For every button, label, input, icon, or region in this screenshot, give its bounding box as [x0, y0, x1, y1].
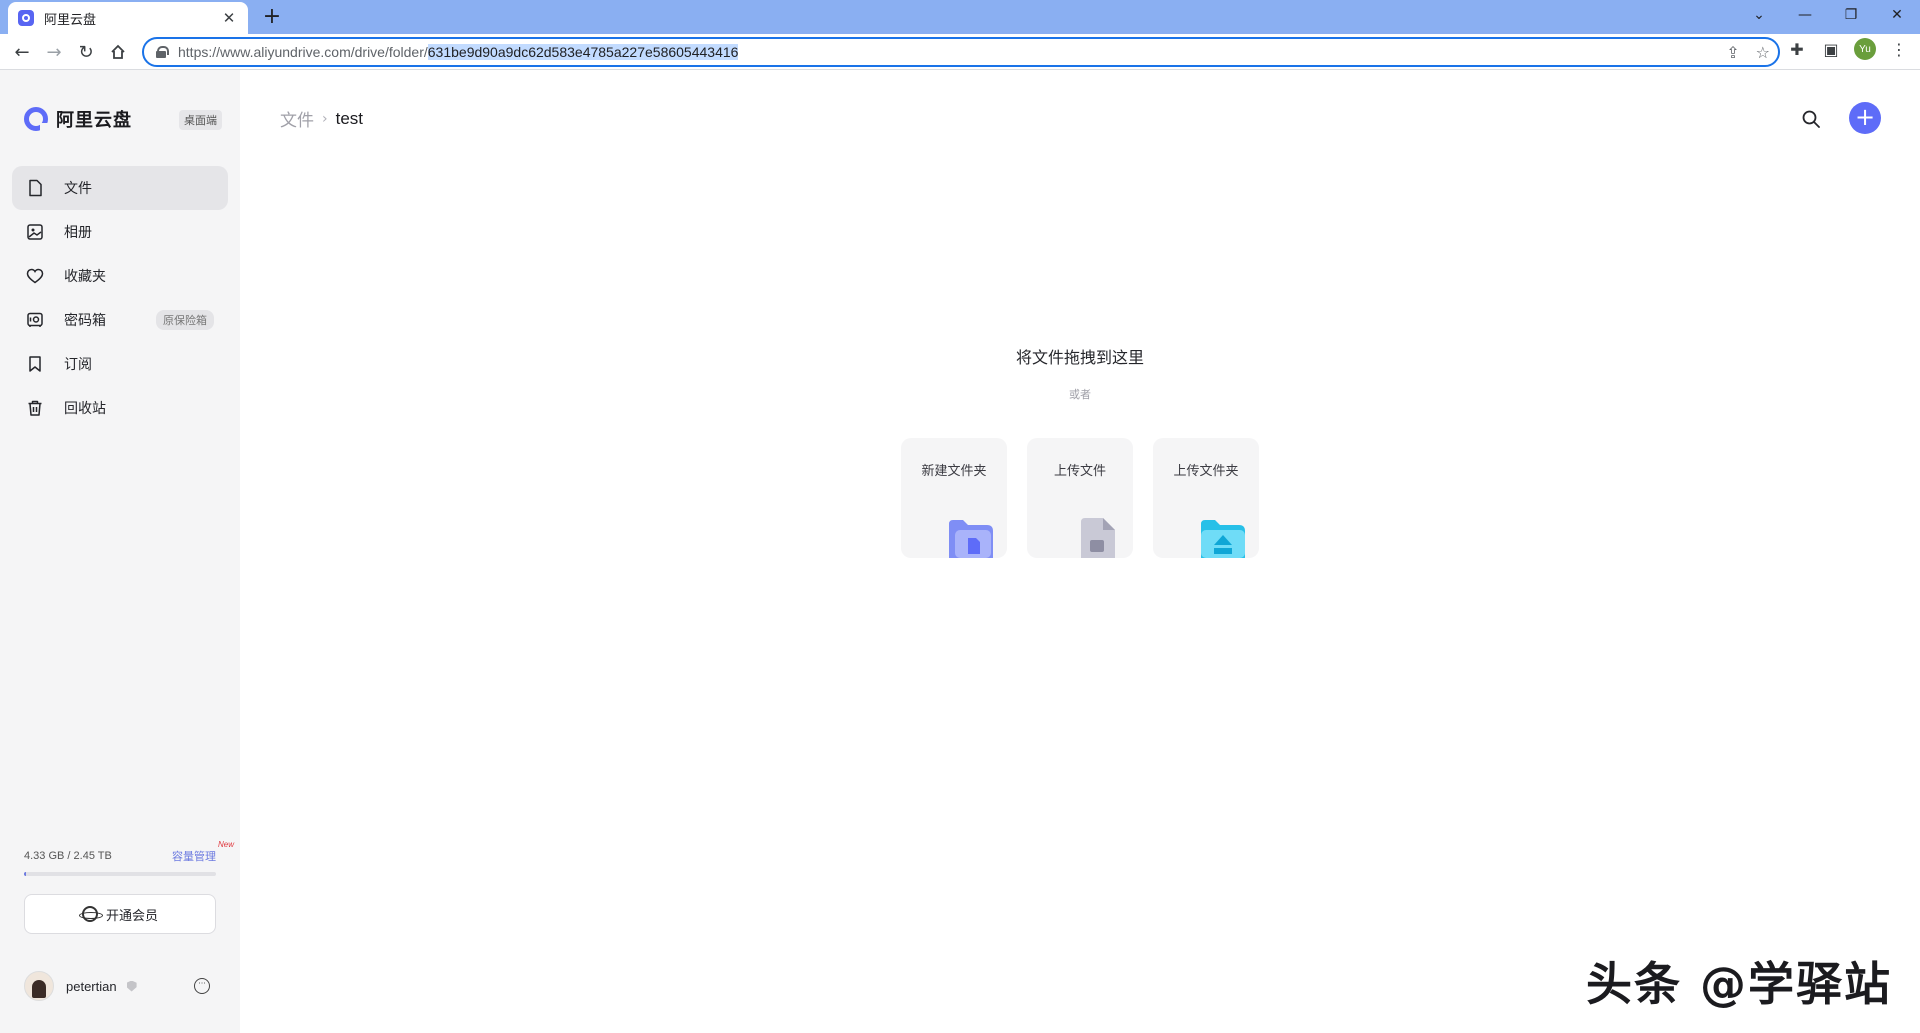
sidebar-menu: 文件 相册 收藏夹 密码箱 原保险箱 订阅 回收站 [12, 166, 228, 430]
vip-level-shield-icon [126, 980, 137, 992]
user-profile[interactable]: petertian ··· [24, 966, 216, 1006]
username: petertian [66, 978, 117, 994]
breadcrumb-current: test [335, 108, 364, 128]
storage-usage-text: 4.33 GB / 2.45 TB [24, 850, 112, 862]
quick-actions: 新建文件夹 上传文件 上传文件夹 [901, 438, 1259, 558]
profile-avatar[interactable]: Yu [1854, 38, 1876, 60]
new-tab-button[interactable]: + [258, 4, 286, 32]
share-icon[interactable]: ⇪ [1726, 43, 1739, 62]
sidebar-item-label: 收藏夹 [64, 269, 106, 285]
minimize-icon[interactable]: — [1782, 0, 1828, 30]
restore-icon[interactable]: ❐ [1828, 0, 1874, 30]
sidebar-item-favorites[interactable]: 收藏夹 [12, 254, 228, 298]
aliyundrive-logo-icon [24, 107, 49, 132]
sidebar-item-album[interactable]: 相册 [12, 210, 228, 254]
watermark: 头条 @学驿站 [1586, 957, 1893, 1011]
extension-area: ✚ ▣ Yu ⋮ [1786, 38, 1910, 60]
window-controls: ⌄ — ❐ ✕ [1736, 0, 1920, 30]
sidebar-item-label: 相册 [64, 225, 92, 241]
more-options-icon[interactable]: ··· [194, 978, 210, 994]
lock-icon[interactable] [156, 46, 169, 58]
bookmark-icon [26, 355, 44, 373]
address-bar[interactable]: https://www.aliyundrive.com/drive/folder… [142, 37, 1780, 67]
storage-usage: 4.33 GB / 2.45 TB 容量管理 New [24, 840, 234, 876]
planet-icon [78, 906, 103, 922]
new-badge: New [217, 840, 234, 849]
sidebar: 阿里云盘 桌面端 文件 相册 收藏夹 密码箱 原保险箱 订阅 回收站 4.33 … [0, 70, 240, 1033]
former-safe-tag: 原保险箱 [156, 310, 214, 330]
browser-tab-bar: 阿里云盘 ✕ + ⌄ — ❐ ✕ [0, 0, 1920, 34]
omnibox-actions: ⇪ ☆ [1726, 43, 1770, 62]
upload-file-icon [1075, 516, 1119, 558]
forward-arrow-icon[interactable]: → [40, 38, 68, 66]
close-window-icon[interactable]: ✕ [1874, 0, 1920, 30]
action-label: 上传文件 [1053, 464, 1106, 479]
sidebar-item-label: 订阅 [64, 357, 92, 373]
side-panel-icon[interactable]: ▣ [1820, 38, 1842, 60]
new-folder-button[interactable]: 新建文件夹 [901, 438, 1007, 558]
upload-file-button[interactable]: 上传文件 [1027, 438, 1133, 558]
logo-text: 阿里云盘 [56, 110, 132, 131]
search-icon[interactable] [1800, 108, 1822, 130]
reload-icon[interactable]: ↻ [72, 38, 100, 66]
main-content: 文件 › test + 将文件拖拽到这里 或者 新建文件夹 上传文件 上传文件夹 [240, 70, 1920, 1033]
browser-tab[interactable]: 阿里云盘 ✕ [8, 2, 248, 34]
app-logo[interactable]: 阿里云盘 [24, 106, 132, 132]
action-label: 新建文件夹 [921, 464, 987, 479]
trash-icon [26, 399, 44, 417]
new-folder-icon [947, 518, 995, 558]
back-arrow-icon[interactable]: ← [8, 38, 36, 66]
sidebar-item-files[interactable]: 文件 [12, 166, 228, 210]
aliyundrive-favicon-icon [18, 10, 34, 26]
url-text: https://www.aliyundrive.com/drive/folder… [178, 44, 739, 60]
upload-folder-icon [1199, 518, 1247, 558]
sidebar-item-label: 回收站 [64, 401, 106, 417]
extensions-puzzle-icon[interactable]: ✚ [1786, 38, 1808, 60]
capacity-management-link[interactable]: 容量管理 New [172, 840, 234, 864]
close-tab-icon[interactable]: ✕ [220, 9, 238, 27]
sidebar-item-password-box[interactable]: 密码箱 原保险箱 [12, 298, 228, 342]
sidebar-item-label: 密码箱 [64, 313, 106, 329]
breadcrumb-separator-icon: › [322, 110, 328, 127]
drop-hint: 将文件拖拽到这里 [1015, 348, 1144, 367]
open-membership-button[interactable]: 开通会员 [24, 894, 216, 934]
action-label: 上传文件夹 [1173, 464, 1239, 479]
safe-icon [26, 311, 44, 329]
tab-search-chevron-icon[interactable]: ⌄ [1736, 0, 1782, 30]
desktop-app-badge[interactable]: 桌面端 [179, 110, 222, 130]
drop-zone[interactable]: 将文件拖拽到这里 或者 [240, 344, 1920, 402]
open-membership-label: 开通会员 [105, 908, 158, 924]
storage-progress-bar [24, 872, 216, 876]
home-icon[interactable] [104, 38, 132, 66]
bookmark-star-icon[interactable]: ☆ [1756, 43, 1770, 62]
photo-icon [26, 223, 44, 241]
or-separator: 或者 [1069, 388, 1091, 401]
heart-icon [26, 267, 44, 285]
sidebar-item-recycle-bin[interactable]: 回收站 [12, 386, 228, 430]
file-icon [26, 179, 44, 197]
browser-toolbar: ← → ↻ https://www.aliyundrive.com/drive/… [0, 34, 1920, 70]
browser-menu-icon[interactable]: ⋮ [1888, 38, 1910, 60]
tab-title: 阿里云盘 [44, 12, 97, 28]
storage-progress-fill [24, 872, 26, 876]
sidebar-item-label: 文件 [64, 181, 92, 197]
breadcrumb-root[interactable]: 文件 [280, 106, 314, 131]
sidebar-item-subscriptions[interactable]: 订阅 [12, 342, 228, 386]
add-button[interactable]: + [1849, 102, 1881, 134]
upload-folder-button[interactable]: 上传文件夹 [1153, 438, 1259, 558]
breadcrumb: 文件 › test [280, 106, 364, 132]
avatar[interactable] [24, 971, 54, 1001]
